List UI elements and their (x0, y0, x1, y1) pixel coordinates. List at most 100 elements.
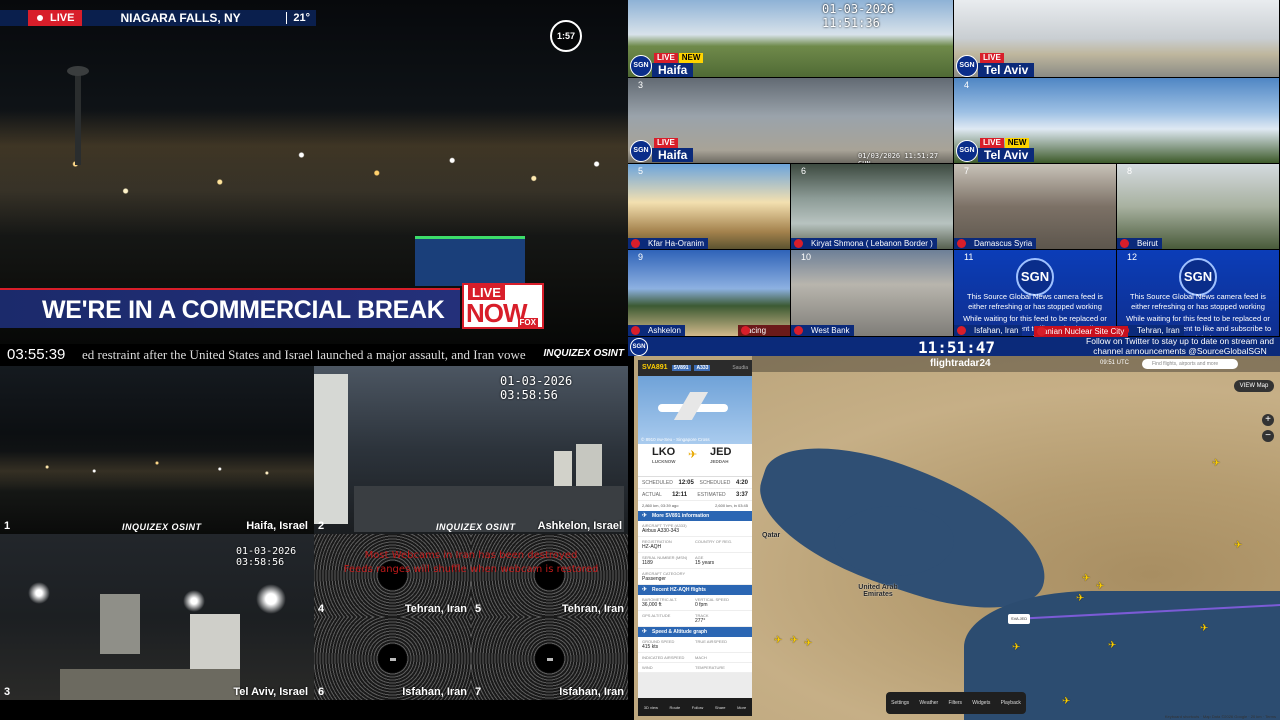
camera-cell[interactable]: SGN LIVE Tel Aviv (954, 0, 1280, 78)
zoom-in-button[interactable]: + (1262, 414, 1274, 426)
widgets-button[interactable]: Widgets (972, 700, 990, 706)
camera-location: Isfahan, Iran (402, 686, 467, 698)
camera-cell[interactable]: 10 West Bank (791, 250, 954, 337)
route-button[interactable]: Route (670, 705, 681, 710)
flightradar-logo[interactable]: flightradar24 (930, 358, 991, 369)
aircraft-icon[interactable]: ✈ (774, 636, 782, 646)
camera-cell[interactable]: 7 Damascus Syria (954, 164, 1117, 250)
destination-code[interactable]: JED (710, 446, 731, 458)
camera-index: 5 (475, 603, 482, 615)
follow-button[interactable]: Follow (692, 705, 704, 710)
camera-haifa[interactable]: 1 INQUIZEX OSINT Haifa, Israel (0, 366, 314, 534)
observation-tower (75, 70, 81, 165)
camera-number: 3 (638, 80, 644, 90)
light-flare (28, 582, 50, 604)
news-ticker: 03:55:39 ed restraint after the United S… (0, 344, 628, 364)
section-more-info[interactable]: More SV891 information (638, 511, 752, 521)
camera-location: Beirut (1117, 238, 1162, 249)
sched-dep-label: SCHEDULED (642, 479, 673, 486)
sgn-logo: SGN (630, 140, 652, 162)
camera-location: Kiryat Shmona ( Lebanon Border ) (791, 238, 937, 249)
zoom-out-button[interactable]: − (1262, 430, 1274, 442)
camera-cell[interactable]: 5 Kfar Ha-Oranim (628, 164, 791, 250)
aircraft-icon[interactable]: ✈ (1212, 459, 1220, 469)
camera-grid: 01-03-2026 11:51:36 SGN LIVE NEW Haifa S… (628, 0, 1280, 356)
3d-view-button[interactable]: 3D view (644, 705, 658, 710)
origin-code[interactable]: LKO (652, 446, 675, 458)
banner-text: WE'RE IN A COMMERCIAL BREAK (42, 296, 445, 324)
camera-number: 10 (801, 252, 812, 262)
sched-dep-value: 12:05 (678, 479, 694, 486)
track-row: GPS ALTITUDE TRACK 277° (638, 611, 752, 627)
camera-cell[interactable]: 4 SGN LIVE NEW Tel Aviv (954, 78, 1280, 164)
sched-arr-label: SCHEDULED (699, 479, 731, 486)
bottom-toolbar: Settings Weather Filters Widgets Playbac… (886, 692, 1026, 714)
twitter-follow-text: Follow on Twitter to stay up to date on … (1086, 336, 1274, 356)
flightradar-map[interactable]: flightradar24 09:51 UTC Find flights, ai… (634, 356, 1280, 720)
camera-ashkelon[interactable]: 01-03-2026 03:58:56 2 INQUIZEX OSINT Ash… (314, 366, 628, 534)
commercial-break-banner: WE'RE IN A COMMERCIAL BREAK (0, 288, 460, 328)
aircraft-icon[interactable]: ✈ (1108, 641, 1116, 651)
light-flare (183, 590, 205, 612)
filters-button[interactable]: Filters (948, 700, 962, 706)
aircraft-icon[interactable]: ✈ (1076, 594, 1084, 604)
camera-cell[interactable]: 01-03-2026 11:51:36 SGN LIVE NEW Haifa (628, 0, 954, 78)
section-speed-graph[interactable]: Speed & Altitude graph (638, 627, 752, 637)
search-input[interactable]: Find flights, airports and more (1142, 359, 1238, 369)
speed-row: GROUND SPEED 415 kts TRUE AIRSPEED (638, 637, 752, 653)
field-label: WIND (642, 665, 653, 670)
error-line-1: Most Webcams in Iran has been destroyed (364, 550, 578, 561)
plane-icon: ✈ (688, 449, 698, 461)
field-value: 1189 (642, 560, 653, 566)
aircraft-icon[interactable]: ✈ (804, 639, 812, 649)
night-cams: 03:55:39 ed restraint after the United S… (0, 344, 628, 720)
callsign: SVA891 (642, 364, 668, 371)
camera-location: Tehran, Iran (404, 603, 467, 615)
building (100, 594, 140, 654)
aircraft-icon[interactable]: ✈ (1012, 643, 1020, 653)
camera-sublocation: Facing Gaza (738, 325, 790, 336)
more-button[interactable]: More (737, 705, 746, 710)
aircraft-icon[interactable]: ✈ (1062, 697, 1070, 707)
camera-telaviv[interactable]: 01-03-2026 03:58:56 3 Tel Aviv, Israel (0, 534, 314, 700)
camera-cell[interactable]: 12 SGN This Source Global News camera fe… (1117, 250, 1280, 337)
static-feed[interactable]: 7 Isfahan, Iran (471, 617, 628, 700)
tag-row: LIVE (654, 138, 678, 148)
weather-row: WIND TEMPERATURE (638, 663, 752, 673)
livenow-brand: FOX (517, 318, 538, 327)
share-button[interactable]: Share (715, 705, 726, 710)
aircraft-icon[interactable]: ✈ (790, 636, 798, 646)
camera-cell[interactable]: 9 Ashkelon Facing Gaza (628, 250, 791, 337)
field-label: COUNTRY OF REG. (695, 539, 733, 544)
aircraft-icon[interactable]: ✈ (1096, 582, 1104, 592)
sgn-logo: SGN (1016, 258, 1054, 296)
altitude-row: BAROMETRIC ALT. 36,000 ft VERTICAL SPEED 0… (638, 595, 752, 611)
weather-button[interactable]: Weather (919, 700, 938, 706)
ticker-text: ed restraint after the United States and… (82, 347, 526, 362)
camera-number: 9 (638, 252, 644, 262)
selected-aircraft[interactable]: SVA JED (1008, 614, 1030, 624)
camera-location: Tel Aviv (978, 148, 1035, 162)
timestamp: 01-03-2026 03:58:56 (236, 546, 297, 568)
view-toggle[interactable]: VIEW Map (1234, 380, 1274, 392)
camera-cell[interactable]: 3 01/03/2026 11:51:27 SUN SGN LIVE Haifa (628, 78, 954, 164)
field-value: 36,000 ft (642, 602, 662, 608)
sgn-logo: SGN (1179, 258, 1217, 296)
aircraft-photo[interactable]: © 8910 nw-Seu - Singapore Cross (638, 376, 752, 444)
serial-row: SERIAL NUMBER (MSN) 1189 AGE 15 years (638, 553, 752, 569)
aircraft-icon[interactable]: ✈ (1200, 624, 1208, 634)
flight-progress: 2,860 km, 03:39 ago 2,600 km, in 03:45 (638, 501, 752, 511)
static-feed[interactable]: 6 Isfahan, Iran (314, 617, 471, 700)
camera-cell[interactable]: 11 SGN This Source Global News camera fe… (954, 250, 1117, 337)
section-recent-flights[interactable]: Recent HZ-AQH flights (638, 585, 752, 595)
camera-cell[interactable]: 8 Beirut (1117, 164, 1280, 250)
screen: LIVE NIAGARA FALLS, NY 21° 1:57 WE'RE IN… (0, 0, 1280, 720)
aircraft-icon[interactable]: ✈ (1234, 541, 1242, 551)
location-label: NIAGARA FALLS, NY (120, 11, 241, 25)
camera-cell[interactable]: 6 Kiryat Shmona ( Lebanon Border ) (791, 164, 954, 250)
playback-button[interactable]: Playback (1001, 700, 1021, 706)
tag-row: LIVE NEW (654, 53, 704, 63)
settings-button[interactable]: Settings (891, 700, 909, 706)
aircraft-icon[interactable]: ✈ (1082, 574, 1090, 584)
progress-left: 2,860 km, 03:39 ago (642, 503, 679, 508)
